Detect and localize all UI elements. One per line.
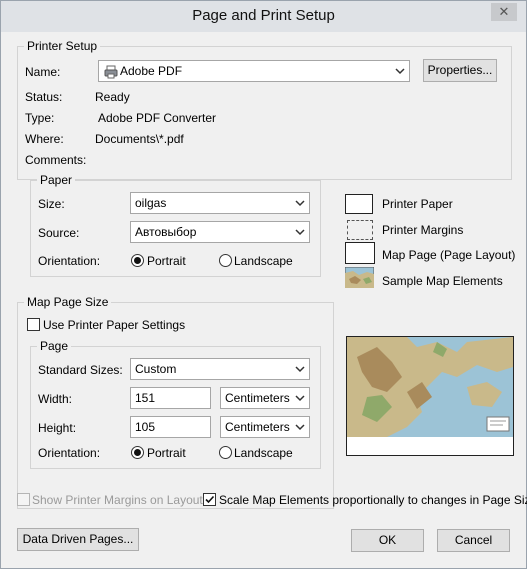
page-title: Page — [37, 339, 72, 353]
page-print-setup-dialog: Page and Print Setup ✕ Printer Setup Nam… — [0, 0, 527, 569]
map-page-legend: Map Page (Page Layout) — [382, 248, 516, 262]
dialog-body: Printer Setup Name: Adobe PDF Properties… — [1, 32, 527, 568]
chevron-down-icon — [295, 200, 305, 207]
properties-button[interactable]: Properties... — [423, 59, 497, 82]
use-printer-paper-checkbox[interactable] — [27, 318, 40, 331]
paper-portrait-radio[interactable] — [131, 254, 144, 267]
page-layout-preview — [346, 336, 514, 456]
where-label: Where: — [25, 132, 64, 146]
printer-icon — [104, 65, 118, 79]
width-input[interactable] — [130, 387, 211, 409]
page-orientation-label: Orientation: — [38, 446, 101, 460]
paper-size-select[interactable]: oilgas — [130, 192, 310, 214]
paper-source-select[interactable]: Автовыбор — [130, 221, 310, 243]
cancel-button[interactable]: Cancel — [437, 529, 510, 552]
height-label: Height: — [38, 421, 77, 435]
height-unit-select[interactable]: Centimeters — [220, 416, 310, 438]
printer-name-select[interactable]: Adobe PDF — [98, 60, 410, 82]
where-value: Documents\*.pdf — [95, 132, 184, 146]
height-unit-value: Centimeters — [225, 420, 290, 434]
use-printer-paper-label[interactable]: Use Printer Paper Settings — [43, 318, 185, 332]
standard-sizes-select[interactable]: Custom — [130, 358, 310, 380]
sample-map-thumbnail — [345, 267, 374, 288]
page-portrait-radio[interactable] — [131, 446, 144, 459]
map-preview-image — [347, 337, 513, 437]
paper-portrait-label[interactable]: Portrait — [147, 254, 186, 268]
standard-sizes-value: Custom — [135, 362, 177, 376]
sample-map-legend: Sample Map Elements — [382, 274, 503, 288]
type-value: Adobe PDF Converter — [98, 111, 217, 125]
printer-name-value: Adobe PDF — [120, 64, 183, 78]
page-landscape-radio[interactable] — [219, 446, 232, 459]
paper-size-value: oilgas — [135, 196, 167, 210]
printer-margins-legend: Printer Margins — [382, 223, 464, 237]
data-driven-pages-button[interactable]: Data Driven Pages... — [17, 528, 139, 551]
show-margins-checkbox[interactable] — [17, 493, 30, 506]
standard-sizes-label: Standard Sizes: — [38, 363, 123, 377]
title-bar: Page and Print Setup ✕ — [1, 1, 526, 32]
name-label: Name: — [25, 65, 61, 79]
printer-setup-title: Printer Setup — [24, 39, 101, 53]
paper-orientation-label: Orientation: — [38, 254, 101, 268]
chevron-down-icon — [295, 229, 305, 236]
paper-landscape-label[interactable]: Landscape — [234, 254, 293, 268]
printer-paper-legend: Printer Paper — [382, 197, 453, 211]
paper-landscape-radio[interactable] — [219, 254, 232, 267]
paper-title: Paper — [37, 173, 76, 187]
width-unit-value: Centimeters — [225, 391, 290, 405]
status-value: Ready — [95, 90, 130, 104]
type-label: Type: — [25, 111, 55, 125]
map-page-size-title: Map Page Size — [24, 295, 112, 309]
scale-elements-checkbox[interactable] — [203, 493, 216, 506]
map-page-swatch — [345, 242, 375, 264]
comments-label: Comments: — [25, 153, 87, 167]
scale-elements-label[interactable]: Scale Map Elements proportionally to cha… — [219, 493, 527, 507]
status-label: Status: — [25, 90, 63, 104]
chevron-down-icon — [295, 366, 305, 373]
chevron-down-icon — [295, 395, 305, 402]
chevron-down-icon — [295, 424, 305, 431]
radio-selected-dot — [134, 257, 141, 264]
printer-margins-swatch — [347, 220, 373, 240]
show-margins-label[interactable]: Show Printer Margins on Layout — [32, 493, 203, 507]
radio-selected-dot — [134, 449, 141, 456]
checkmark-icon — [205, 495, 215, 504]
paper-source-value: Автовыбор — [135, 225, 197, 239]
close-icon[interactable]: ✕ — [491, 3, 517, 21]
printer-paper-swatch — [345, 194, 373, 214]
width-label: Width: — [38, 392, 73, 406]
ok-button[interactable]: OK — [351, 529, 424, 552]
dialog-title: Page and Print Setup — [192, 7, 335, 24]
chevron-down-icon — [395, 68, 405, 75]
paper-size-label: Size: — [38, 197, 65, 211]
paper-source-label: Source: — [38, 226, 80, 240]
page-portrait-label[interactable]: Portrait — [147, 446, 186, 460]
page-landscape-label[interactable]: Landscape — [234, 446, 293, 460]
height-input[interactable] — [130, 416, 211, 438]
width-unit-select[interactable]: Centimeters — [220, 387, 310, 409]
